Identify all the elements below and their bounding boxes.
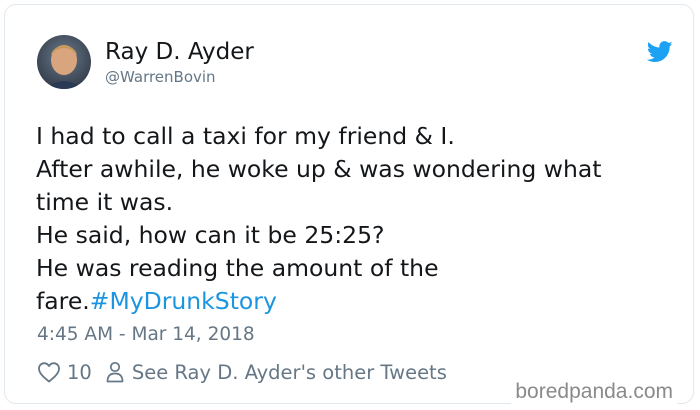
watermark: boredpanda.com: [511, 379, 677, 405]
heart-icon[interactable]: [37, 361, 61, 383]
tweet-line: After awhile, he woke up & was wondering…: [36, 155, 602, 183]
tweet-line: time it was.: [36, 188, 174, 216]
tweet-last-line: fare.#MyDrunkStory: [36, 285, 656, 318]
person-icon: [106, 361, 124, 383]
twitter-bird-icon[interactable]: [647, 41, 673, 63]
display-name[interactable]: Ray D. Ayder: [105, 38, 254, 66]
tweet-actions: 10 See Ray D. Ayder's other Tweets: [37, 357, 447, 387]
other-tweets-link[interactable]: See Ray D. Ayder's other Tweets: [132, 361, 447, 384]
tweet-line-fragment: fare.: [36, 287, 90, 315]
avatar[interactable]: [37, 35, 91, 89]
tweet-card: Ray D. Ayder @WarrenBovin I had to call …: [4, 4, 694, 405]
user-handle[interactable]: @WarrenBovin: [105, 67, 216, 87]
tweet-line: I had to call a taxi for my friend & I.: [36, 122, 455, 150]
tweet-line: He said, how can it be 25:25?: [36, 221, 385, 249]
tweet-timestamp[interactable]: 4:45 AM - Mar 14, 2018: [37, 323, 255, 347]
tweet-text: I had to call a taxi for my friend & I. …: [36, 120, 656, 318]
like-count[interactable]: 10: [67, 361, 92, 384]
tweet-line: He was reading the amount of the: [36, 254, 439, 282]
hashtag-link[interactable]: #MyDrunkStory: [90, 287, 277, 315]
